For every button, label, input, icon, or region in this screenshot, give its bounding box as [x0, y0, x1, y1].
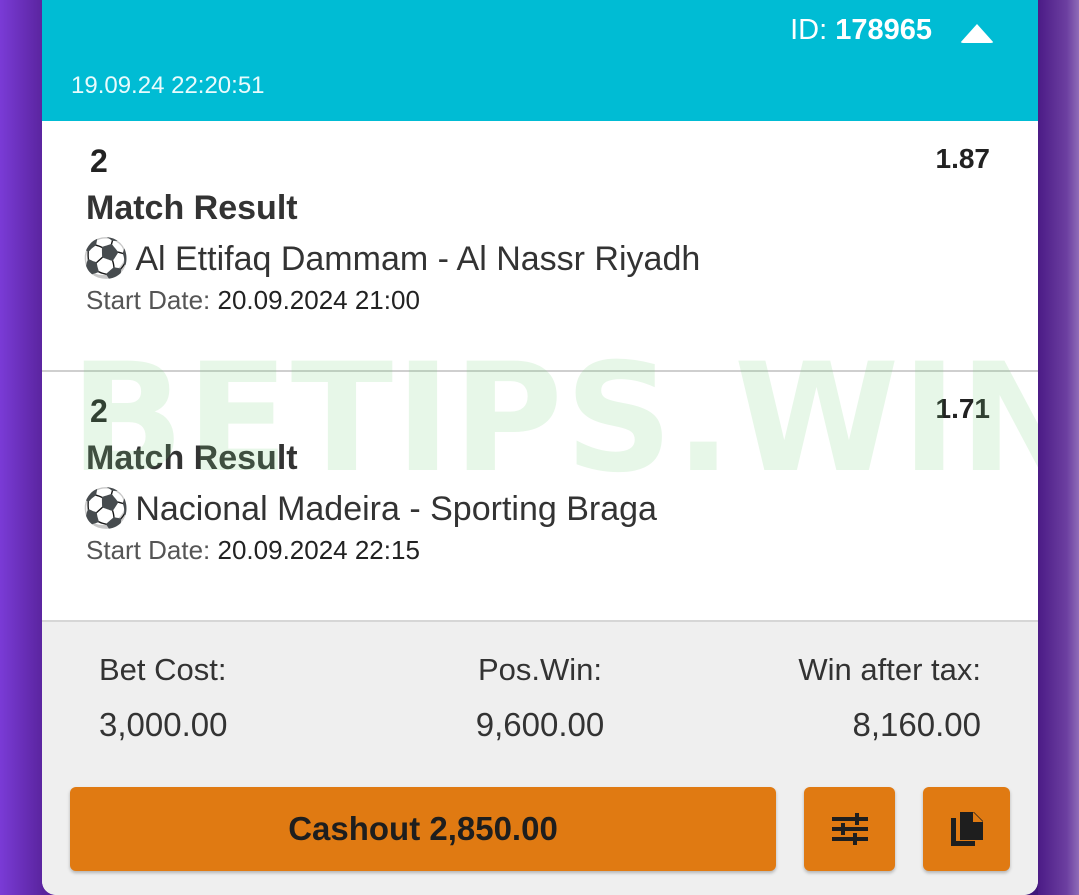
cashout-label: Cashout 2,850.00 — [288, 810, 558, 847]
start-date-label: Start Date: — [86, 285, 218, 315]
selection-odds: 1.71 — [935, 393, 991, 424]
selection-event-name: Nacional Madeira - Sporting Braga — [135, 489, 657, 528]
win-after-tax-value: 8,160.00 — [852, 706, 981, 743]
selection-market: Match Result — [86, 439, 298, 477]
bet-cost: Bet Cost: 3,000.00 — [99, 652, 227, 744]
selection-item: 2 1.87 Match Result ⚽ Al Ettifaq Dammam … — [42, 121, 1038, 371]
bet-header[interactable]: ID: 178965 19.09.24 22:20:51 — [42, 0, 1038, 121]
copy-icon — [949, 810, 985, 848]
bet-timestamp: 19.09.24 22:20:51 — [71, 72, 265, 99]
bet-id-value: 178965 — [835, 14, 932, 46]
selection-start-date: Start Date: 20.09.2024 21:00 — [86, 285, 420, 316]
possible-win-value: 9,600.00 — [475, 706, 605, 743]
win-after-tax-label: Win after tax: — [798, 652, 981, 687]
start-date-value: 20.09.2024 21:00 — [217, 285, 420, 315]
selection-pick: 2 — [90, 143, 108, 179]
selection-item: 2 1.71 Match Result ⚽ Nacional Madeira -… — [42, 371, 1038, 621]
soccer-ball-icon: ⚽ — [82, 488, 130, 530]
selection-start-date: Start Date: 20.09.2024 22:15 — [86, 535, 420, 566]
soccer-ball-icon: ⚽ — [82, 238, 130, 280]
bet-cost-value: 3,000.00 — [99, 706, 228, 743]
selection-pick: 2 — [90, 393, 108, 429]
bet-summary: Bet Cost: 3,000.00 Pos.Win: 9,600.00 Win… — [42, 620, 1038, 895]
cashout-button[interactable]: Cashout 2,850.00 — [70, 787, 776, 871]
copy-button[interactable] — [923, 787, 1010, 871]
settings-button[interactable] — [804, 787, 895, 871]
possible-win-label: Pos.Win: — [477, 652, 603, 687]
selection-odds: 1.87 — [935, 143, 991, 174]
possible-win: Pos.Win: 9,600.00 — [442, 652, 638, 744]
bet-slip-card: ID: 178965 19.09.24 22:20:51 2 1.87 Matc… — [42, 0, 1038, 895]
background-strip — [1038, 0, 1079, 895]
start-date-value: 20.09.2024 22:15 — [217, 535, 420, 565]
selection-event: ⚽ Al Ettifaq Dammam - Al Nassr Riyadh — [82, 237, 700, 281]
collapse-caret-icon[interactable] — [960, 24, 994, 43]
bet-id-label: ID: — [790, 14, 836, 46]
start-date-label: Start Date: — [86, 535, 218, 565]
sliders-icon — [831, 812, 869, 846]
selection-event: ⚽ Nacional Madeira - Sporting Braga — [82, 487, 657, 531]
bet-id: ID: 178965 — [790, 14, 932, 47]
selection-event-name: Al Ettifaq Dammam - Al Nassr Riyadh — [135, 239, 701, 278]
win-after-tax: Win after tax: 8,160.00 — [798, 652, 981, 744]
bet-cost-label: Bet Cost: — [99, 652, 227, 687]
selection-market: Match Result — [86, 189, 298, 227]
